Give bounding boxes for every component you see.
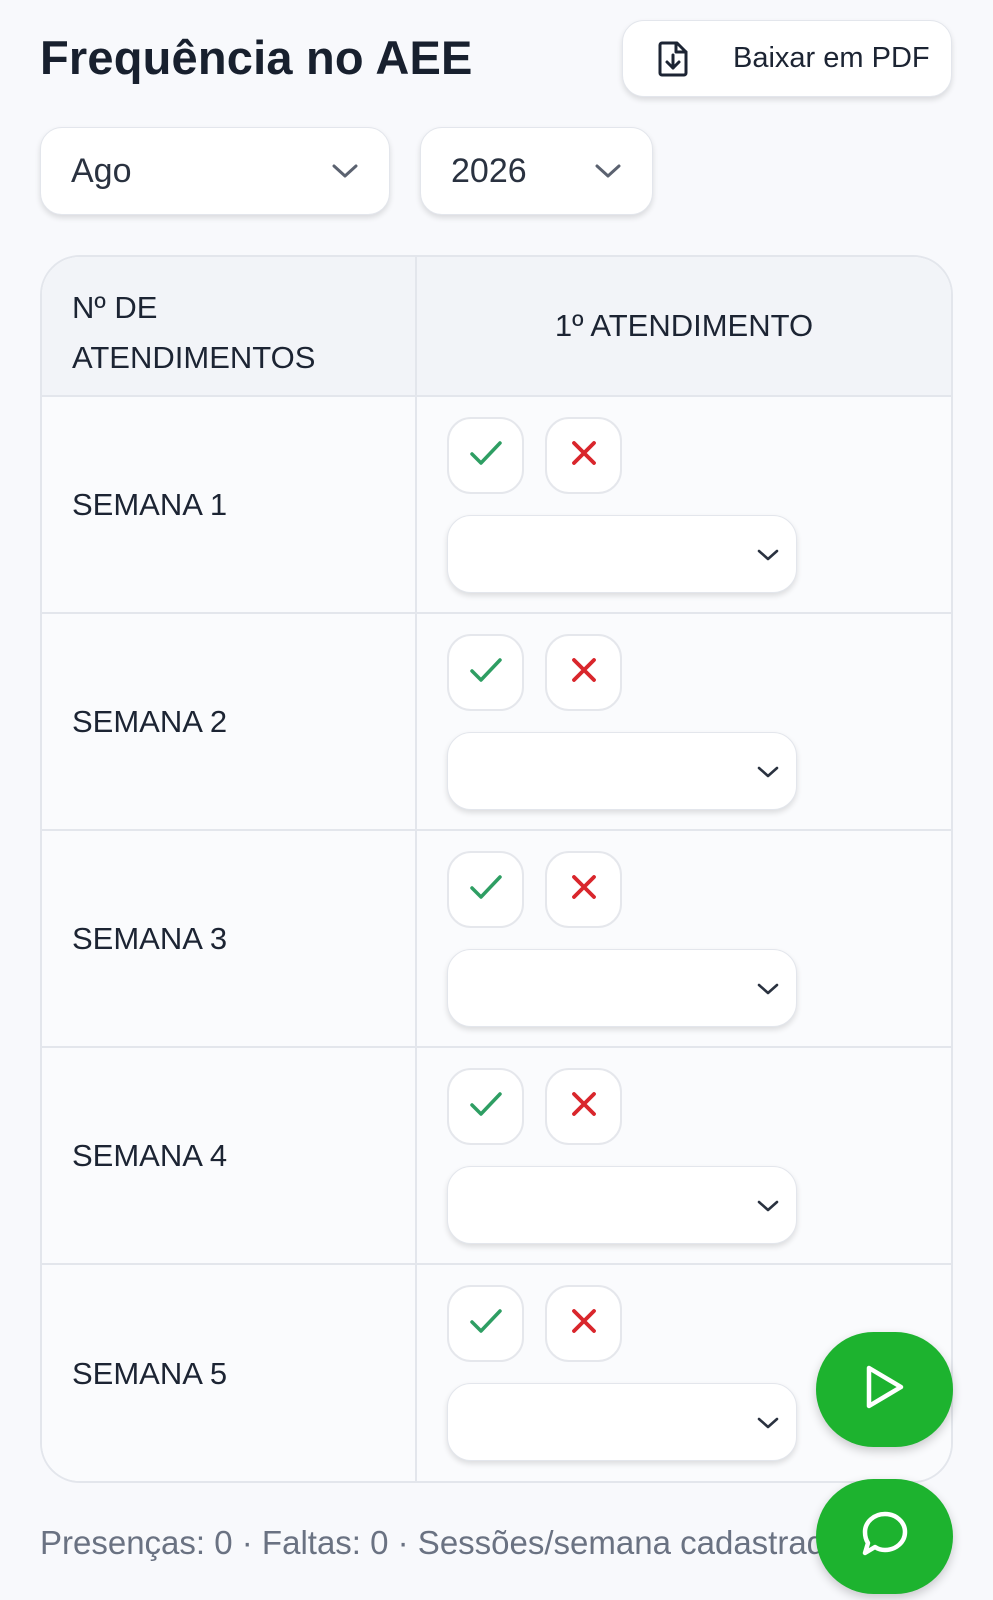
attendance-cell [417, 1048, 951, 1263]
x-icon [570, 1090, 598, 1123]
chat-button[interactable] [816, 1479, 953, 1594]
table-row: SEMANA 3 [42, 831, 951, 1048]
check-icon [469, 439, 503, 472]
year-select[interactable]: 2026 [420, 127, 653, 215]
check-icon [469, 1090, 503, 1123]
chevron-down-icon [754, 1409, 782, 1437]
mark-present-button[interactable] [447, 1068, 524, 1145]
header-attendances: Nº DE ATENDIMENTOS [42, 257, 417, 395]
chevron-down-icon [754, 758, 782, 786]
attendance-select[interactable] [447, 732, 797, 810]
attendance-select[interactable] [447, 1166, 797, 1244]
mark-absent-button[interactable] [545, 417, 622, 494]
download-pdf-button[interactable]: Baixar em PDF [622, 20, 952, 97]
attendance-select[interactable] [447, 515, 797, 593]
chevron-down-icon [331, 157, 359, 185]
chevron-down-icon [754, 975, 782, 1003]
attendance-cell [417, 831, 951, 1046]
table-row: SEMANA 1 [42, 397, 951, 614]
year-select-value: 2026 [451, 151, 527, 190]
download-pdf-label: Baixar em PDF [733, 42, 930, 74]
chevron-down-icon [754, 1192, 782, 1220]
week-label: SEMANA 1 [42, 397, 417, 612]
attendance-table: Nº DE ATENDIMENTOS 1º ATENDIMENTO SEMANA… [40, 255, 953, 1483]
table-row: SEMANA 4 [42, 1048, 951, 1265]
week-label: SEMANA 2 [42, 614, 417, 829]
mark-present-button[interactable] [447, 417, 524, 494]
x-icon [570, 873, 598, 906]
check-icon [469, 1307, 503, 1340]
attendance-select[interactable] [447, 949, 797, 1027]
page-title: Frequência no AEE [40, 31, 473, 84]
attendance-select[interactable] [447, 1383, 797, 1461]
table-row: SEMANA 2 [42, 614, 951, 831]
header-attendances-line2: ATENDIMENTOS [72, 340, 316, 375]
header-first-attendance: 1º ATENDIMENTO [554, 308, 814, 343]
week-label: SEMANA 5 [42, 1265, 417, 1481]
table-header: Nº DE ATENDIMENTOS 1º ATENDIMENTO [42, 257, 951, 397]
attendance-summary: Presenças: 0 · Faltas: 0 · Sessões/seman… [40, 1524, 860, 1561]
play-button[interactable] [816, 1332, 953, 1447]
week-label: SEMANA 3 [42, 831, 417, 1046]
mark-present-button[interactable] [447, 634, 524, 711]
month-select[interactable]: Ago [40, 127, 390, 215]
mark-absent-button[interactable] [545, 1068, 622, 1145]
mark-absent-button[interactable] [545, 851, 622, 928]
mark-absent-button[interactable] [545, 634, 622, 711]
mark-present-button[interactable] [447, 851, 524, 928]
chevron-down-icon [594, 157, 622, 185]
play-icon [863, 1363, 907, 1416]
chevron-down-icon [754, 541, 782, 569]
table-row: SEMANA 5 [42, 1265, 951, 1481]
check-icon [469, 873, 503, 906]
attendance-cell [417, 397, 951, 612]
mark-present-button[interactable] [447, 1285, 524, 1362]
file-download-icon [653, 39, 693, 79]
month-select-value: Ago [71, 151, 132, 190]
chat-bubble-icon [860, 1509, 910, 1564]
check-icon [469, 656, 503, 689]
week-label: SEMANA 4 [42, 1048, 417, 1263]
x-icon [570, 656, 598, 689]
header-attendances-line1: Nº DE [72, 290, 158, 325]
attendance-cell [417, 614, 951, 829]
x-icon [570, 439, 598, 472]
x-icon [570, 1307, 598, 1340]
mark-absent-button[interactable] [545, 1285, 622, 1362]
